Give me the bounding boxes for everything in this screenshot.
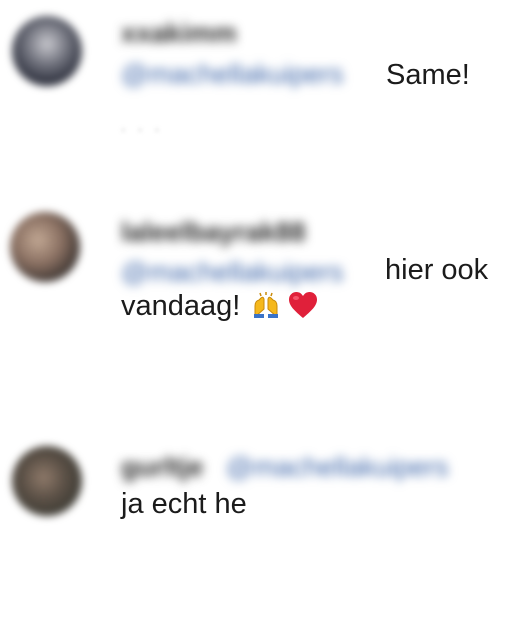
comment-item: laleelbayrak88 @machellakuipers hier ook… [0,180,528,400]
comment-text: ja echt he [121,488,247,520]
comment-username[interactable]: xxakimm [121,18,237,49]
comment-text-second: vandaag! [121,290,241,322]
comment-text: Same! [386,59,470,91]
user-avatar[interactable] [12,446,82,516]
comment-username[interactable]: laleelbayrak88 [121,217,306,248]
raised-hands-emoji [252,292,280,319]
comment-username[interactable]: gurltje [121,452,204,483]
comment-mention[interactable]: @machellakuipers [121,257,344,288]
comment-text: hier ook [385,254,489,286]
comment-item: xxakimm @machellakuipers Same! . . . [0,0,528,180]
more-dots[interactable]: . . . [121,118,163,136]
user-avatar[interactable] [10,212,80,282]
comment-mention[interactable]: @machellakuipers [121,59,344,90]
comment-mention[interactable]: @machellakuipers [226,452,449,483]
comment-text-line2: vandaag! [121,290,318,323]
red-heart-emoji [288,291,318,319]
comment-item: gurltje @machellakuipers ja echt he [0,420,528,626]
user-avatar[interactable] [12,16,82,86]
